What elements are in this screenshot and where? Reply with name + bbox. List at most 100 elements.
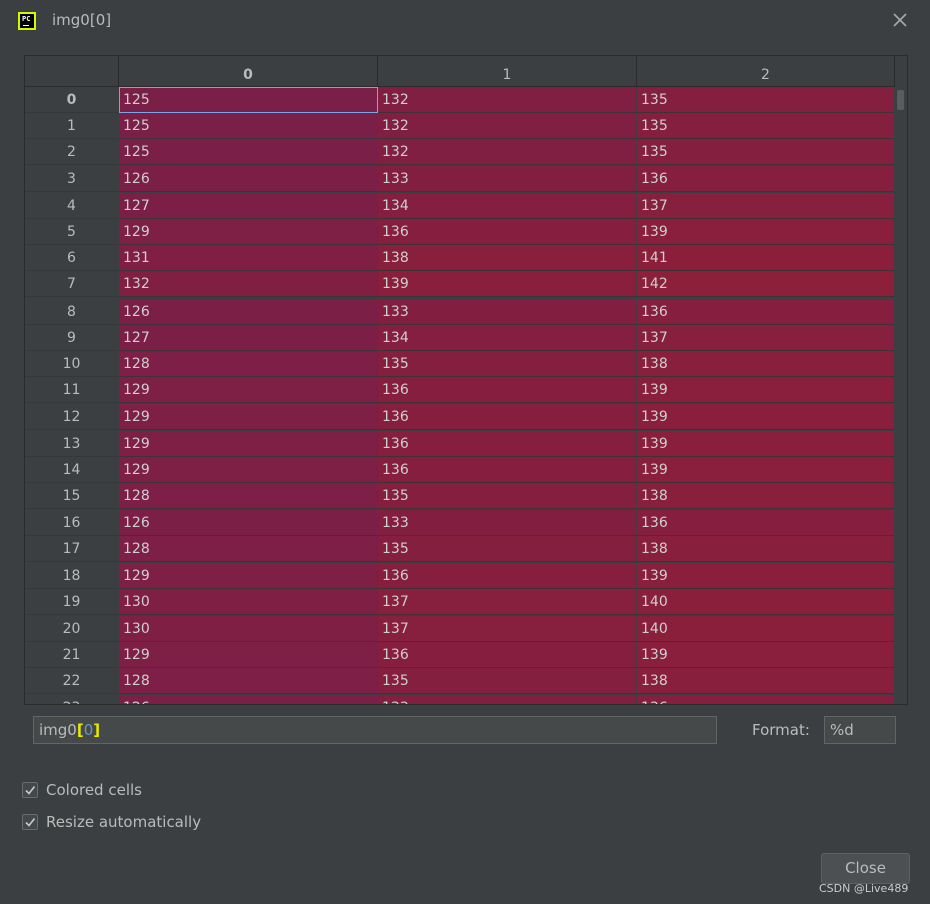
row-index[interactable]: 14 (25, 457, 118, 483)
table-cell[interactable]: 136 (637, 694, 895, 704)
row-index[interactable]: 23 (25, 695, 118, 704)
table-cell[interactable]: 132 (378, 113, 637, 140)
table-cell[interactable]: 125 (119, 139, 378, 166)
table-cell[interactable]: 126 (119, 510, 378, 537)
table-cell[interactable]: 128 (119, 351, 378, 377)
table-cell[interactable]: 138 (637, 668, 895, 695)
expression-field[interactable]: img0[0] (33, 716, 717, 744)
table-cell[interactable]: 132 (378, 87, 637, 113)
table-cell[interactable]: 139 (637, 219, 895, 245)
table-cell[interactable]: 135 (378, 351, 637, 377)
table-cell[interactable]: 138 (637, 351, 895, 377)
table-cell[interactable]: 140 (637, 588, 895, 615)
format-input[interactable]: %d (824, 716, 896, 744)
row-index[interactable]: 4 (25, 193, 118, 219)
table-cell[interactable]: 129 (119, 456, 378, 483)
table-cell[interactable]: 125 (119, 87, 378, 113)
table-cell[interactable]: 138 (637, 536, 895, 563)
table-cell[interactable]: 126 (119, 694, 378, 704)
vertical-scrollbar[interactable] (894, 87, 907, 704)
table-cell[interactable]: 129 (119, 562, 378, 589)
table-cell[interactable]: 137 (378, 616, 637, 642)
table-cell[interactable]: 135 (378, 668, 637, 695)
table-cell[interactable]: 135 (637, 113, 895, 140)
table-cell[interactable]: 137 (637, 324, 895, 351)
row-index[interactable]: 11 (25, 377, 118, 404)
row-index[interactable]: 13 (25, 431, 118, 457)
table-cell[interactable]: 133 (378, 510, 637, 537)
row-index[interactable]: 15 (25, 483, 118, 509)
resize-automatically-checkbox[interactable] (22, 814, 38, 830)
table-cell[interactable]: 139 (637, 642, 895, 669)
row-index[interactable]: 6 (25, 245, 118, 272)
table-cell[interactable]: 141 (637, 245, 895, 272)
row-index[interactable]: 9 (25, 325, 118, 351)
table-cell[interactable]: 136 (637, 165, 895, 192)
table-cell[interactable]: 134 (378, 192, 637, 219)
table-cell[interactable]: 132 (119, 271, 378, 298)
table-cell[interactable]: 129 (119, 377, 378, 404)
table-cell[interactable]: 138 (378, 245, 637, 272)
table-cell[interactable]: 126 (119, 165, 378, 192)
row-index[interactable]: 16 (25, 510, 118, 537)
colored-cells-checkbox[interactable] (22, 782, 38, 798)
table-cell[interactable]: 125 (119, 113, 378, 140)
table-cell[interactable]: 136 (378, 562, 637, 589)
table-cell[interactable]: 136 (378, 430, 637, 457)
table-cell[interactable]: 133 (378, 694, 637, 704)
table-cell[interactable]: 136 (378, 456, 637, 483)
table-cell[interactable]: 136 (378, 377, 637, 404)
table-cell[interactable]: 130 (119, 616, 378, 642)
table-cell[interactable]: 134 (378, 324, 637, 351)
table-cell[interactable]: 130 (119, 588, 378, 615)
table-cell[interactable]: 133 (378, 165, 637, 192)
column-header-0[interactable]: 0 (119, 56, 378, 87)
table-cell[interactable]: 126 (119, 298, 378, 325)
table-cell[interactable]: 128 (119, 483, 378, 509)
table-cell[interactable]: 129 (119, 404, 378, 431)
table-cell[interactable]: 128 (119, 668, 378, 695)
table-cell[interactable]: 129 (119, 219, 378, 245)
table-cell[interactable]: 129 (119, 430, 378, 457)
row-index[interactable]: 20 (25, 616, 118, 642)
table-cell[interactable]: 138 (637, 483, 895, 509)
row-index[interactable]: 2 (25, 139, 118, 166)
table-cell[interactable]: 135 (637, 87, 895, 113)
table-cell[interactable]: 132 (378, 139, 637, 166)
close-button[interactable]: Close (821, 853, 910, 884)
row-index[interactable]: 17 (25, 536, 118, 563)
table-cell[interactable]: 139 (637, 377, 895, 404)
table-cell[interactable]: 127 (119, 192, 378, 219)
table-cell[interactable]: 131 (119, 245, 378, 272)
resize-automatically-label[interactable]: Resize automatically (46, 813, 201, 831)
colored-cells-label[interactable]: Colored cells (46, 781, 142, 799)
table-cell[interactable]: 139 (378, 271, 637, 298)
table-cell[interactable]: 135 (637, 139, 895, 166)
table-cell[interactable]: 140 (637, 616, 895, 642)
array-viewer-table[interactable]: 0 1 2 0 125 132 135 1 125 132 135 2 125 132 135 3 126… (24, 55, 908, 705)
table-cell[interactable]: 136 (637, 510, 895, 537)
row-index[interactable]: 3 (25, 166, 118, 192)
table-cell[interactable]: 136 (378, 404, 637, 431)
table-cell[interactable]: 139 (637, 404, 895, 431)
column-header-2[interactable]: 2 (637, 56, 895, 87)
table-cell[interactable]: 136 (378, 642, 637, 669)
table-cell[interactable]: 137 (378, 588, 637, 615)
row-index[interactable]: 10 (25, 351, 118, 377)
table-cell[interactable]: 139 (637, 430, 895, 457)
column-header-1[interactable]: 1 (378, 56, 637, 87)
row-index[interactable]: 1 (25, 113, 118, 140)
row-index[interactable]: 21 (25, 642, 118, 669)
table-cell[interactable]: 128 (119, 536, 378, 563)
row-index[interactable]: 7 (25, 271, 118, 298)
table-cell[interactable]: 135 (378, 536, 637, 563)
row-index[interactable]: 18 (25, 563, 118, 589)
table-cell[interactable]: 136 (378, 219, 637, 245)
row-index[interactable]: 12 (25, 404, 118, 431)
table-cell[interactable]: 142 (637, 271, 895, 298)
table-cell[interactable]: 136 (637, 298, 895, 325)
table-cell[interactable]: 137 (637, 192, 895, 219)
table-cell[interactable]: 127 (119, 324, 378, 351)
table-cell[interactable]: 133 (378, 298, 637, 325)
row-index[interactable]: 0 (25, 87, 118, 113)
